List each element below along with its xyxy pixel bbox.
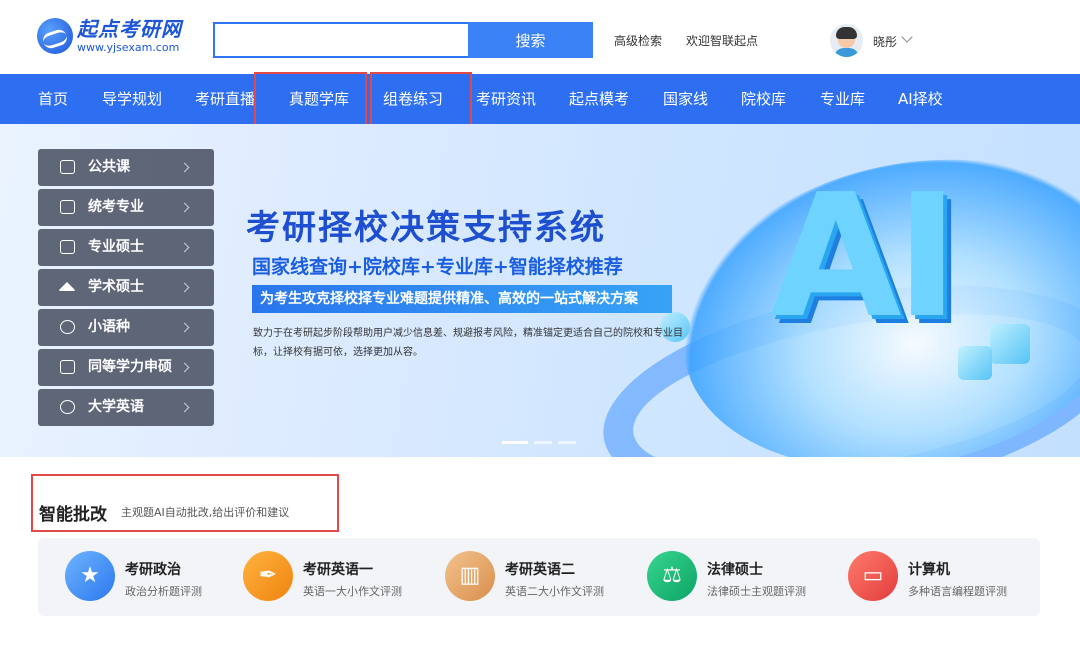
sidebar-item-label: 小语种 [88, 319, 130, 335]
highlight-box-past-papers [254, 72, 367, 127]
card-title: 考研英语二 [505, 562, 575, 578]
monitor-icon: ▭ [848, 551, 898, 601]
section-title: 智能批改 [39, 505, 107, 525]
carousel-dot[interactable] [558, 441, 576, 444]
open-book-icon: ▥ [445, 551, 495, 601]
site-logo[interactable]: 起点考研网 www.yjsexam.com [37, 18, 182, 54]
nav-ai-select[interactable]: AI择校 [898, 74, 943, 124]
sidebar-item-label: 学术硕士 [88, 279, 144, 295]
checkbox-icon [60, 200, 75, 214]
card-title: 计算机 [908, 562, 950, 578]
nav-mock-exam[interactable]: 起点模考 [569, 74, 629, 124]
gavel-icon: ⚖ [647, 551, 697, 601]
chevron-right-icon [179, 322, 190, 333]
card-subtitle: 多种语言编程题评测 [908, 585, 1007, 598]
main-nav: 首页 导学规划 考研直播 真题学库 组卷练习 考研资讯 起点模考 国家线 院校库… [0, 74, 1080, 124]
cube-decoration [958, 346, 992, 380]
carousel-dot[interactable] [534, 441, 552, 444]
globe-icon [60, 320, 75, 334]
nav-live[interactable]: 考研直播 [195, 74, 255, 124]
logo-text: 起点考研网 [77, 17, 182, 41]
id-card-icon [60, 160, 75, 174]
sidebar-item-label: 同等学力申硕 [88, 359, 172, 375]
card-subtitle: 法律硕士主观题评测 [707, 585, 806, 598]
sidebar-item-public-course[interactable]: 公共课 [38, 149, 214, 186]
site-header: 起点考研网 www.yjsexam.com 搜索 高级检索 欢迎智联起点 晓彤 [0, 0, 1080, 74]
username[interactable]: 晓彤 [873, 33, 897, 50]
list-icon [60, 400, 75, 414]
card-title: 考研英语一 [303, 562, 373, 578]
chevron-right-icon [179, 402, 190, 413]
chevron-down-icon[interactable] [901, 31, 913, 43]
card-subtitle: 英语一大小作文评测 [303, 585, 402, 598]
sidebar-item-equivalent-degree[interactable]: 同等学力申硕 [38, 349, 214, 386]
category-sidebar: 公共课 统考专业 专业硕士 学术硕士 小语种 同等学力申硕 大学英语 [38, 149, 214, 429]
card-subtitle: 英语二大小作文评测 [505, 585, 604, 598]
sidebar-item-professional-master[interactable]: 专业硕士 [38, 229, 214, 266]
pen-nib-icon: ✒ [243, 551, 293, 601]
user-avatar[interactable] [830, 24, 863, 57]
cube-decoration [990, 324, 1030, 364]
card-title: 考研政治 [125, 562, 181, 578]
banner-strip: 为考生攻克择校择专业难题提供精准、高效的一站式解决方案 [252, 285, 672, 313]
sidebar-item-unified-major[interactable]: 统考专业 [38, 189, 214, 226]
chevron-right-icon [179, 242, 190, 253]
search-bar: 搜索 [213, 22, 593, 58]
carousel-dot[interactable] [502, 441, 528, 444]
chevron-right-icon [179, 202, 190, 213]
banner-subtitle: 国家线查询+院校库+专业库+智能择校推荐 [252, 256, 623, 278]
person-badge-icon [60, 240, 75, 254]
sidebar-item-minor-language[interactable]: 小语种 [38, 309, 214, 346]
star-icon: ★ [65, 551, 115, 601]
chevron-right-icon [179, 362, 190, 373]
nav-national-line[interactable]: 国家线 [663, 74, 708, 124]
section-subtitle: 主观题AI自动批改,给出评价和建议 [121, 506, 290, 519]
search-input[interactable] [213, 22, 468, 58]
sidebar-item-label: 专业硕士 [88, 239, 144, 255]
nav-study-plan[interactable]: 导学规划 [102, 74, 162, 124]
sidebar-item-label: 统考专业 [88, 199, 144, 215]
nav-home[interactable]: 首页 [38, 74, 68, 124]
logo-url: www.yjsexam.com [77, 41, 180, 54]
chevron-right-icon [179, 162, 190, 173]
card-subtitle: 政治分析题评测 [125, 585, 202, 598]
banner-description: 致力于在考研起步阶段帮助用户减少信息差、规避报考风险，精准锚定更适合自己的院校和… [253, 328, 683, 358]
nav-news[interactable]: 考研资讯 [476, 74, 536, 124]
sidebar-item-academic-master[interactable]: 学术硕士 [38, 269, 214, 306]
sidebar-item-label: 大学英语 [88, 399, 144, 415]
logo-mark-icon [37, 18, 73, 54]
welcome-text: 欢迎智联起点 [686, 34, 759, 48]
banner-title: 考研择校决策支持系统 [246, 208, 606, 248]
search-button[interactable]: 搜索 [468, 22, 593, 58]
nav-majors[interactable]: 专业库 [820, 74, 865, 124]
carousel-dots [502, 441, 576, 444]
ai-graphic: AI [770, 158, 959, 356]
sidebar-item-label: 公共课 [88, 159, 130, 175]
graduation-cap-icon [58, 282, 76, 291]
book-icon [60, 360, 75, 374]
nav-schools[interactable]: 院校库 [741, 74, 786, 124]
card-title: 法律硕士 [707, 562, 763, 578]
advanced-search-link[interactable]: 高级检索 [614, 32, 662, 49]
grading-cards: ★ 考研政治 政治分析题评测 ✒ 考研英语一 英语一大小作文评测 ▥ 考研英语二… [38, 538, 1040, 616]
chevron-right-icon [179, 282, 190, 293]
sidebar-item-college-english[interactable]: 大学英语 [38, 389, 214, 426]
